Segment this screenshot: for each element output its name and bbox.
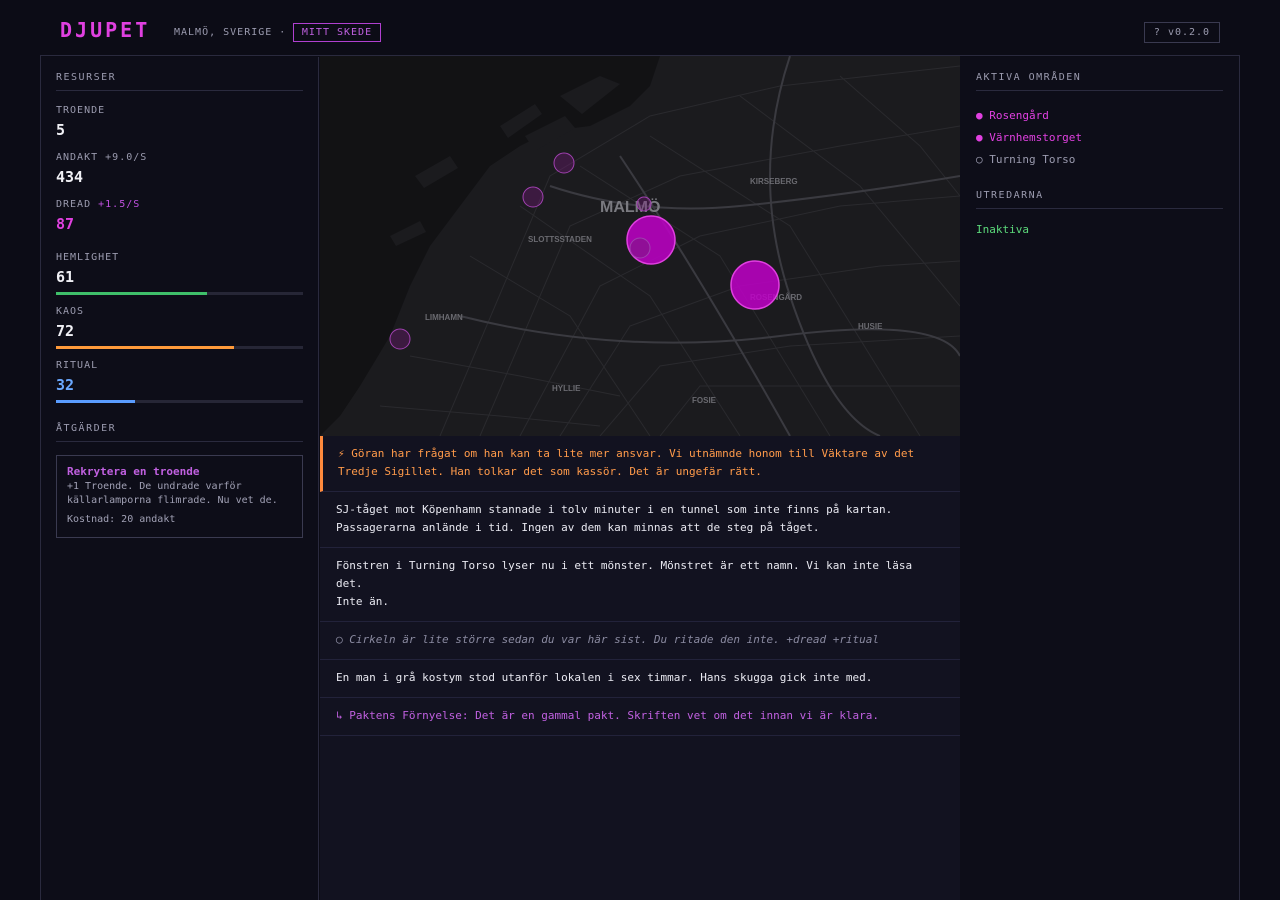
marker-rosengard[interactable]: [730, 260, 780, 310]
followers-label: TROENDE: [56, 105, 106, 116]
chaos-label: KAOS: [56, 306, 85, 317]
feed-item: En man i grå kostym stod utanför lokalen…: [320, 660, 960, 698]
recruit-action-title: Rekrytera en troende: [67, 465, 200, 478]
feed-line: En man i grå kostym stod utanför lokalen…: [336, 671, 873, 684]
secrecy-bar: [56, 292, 303, 295]
marker-small-2[interactable]: [553, 152, 575, 174]
feed-line: Inte än.: [336, 595, 389, 608]
secrecy-value: 61: [56, 268, 75, 286]
resources-title: RESURSER: [56, 72, 303, 91]
map-canvas: MALMÖ KIRSEBERG SLOTTSSTADEN LIMHAMN HUS…: [320, 56, 960, 436]
map-label-kirseberg: KIRSEBERG: [750, 177, 798, 186]
dread-label-text: DREAD: [56, 199, 92, 210]
feed-line: Passagerarna anlände i tid. Ingen av dem…: [336, 521, 820, 534]
marker-small-3[interactable]: [522, 186, 544, 208]
feed-item: Fönstren i Turning Torso lyser nu i ett …: [320, 548, 960, 622]
feed-line: Tredje Sigillet. Han tolkar det som kass…: [338, 465, 762, 478]
map-label-slottsstaden: SLOTTSSTADEN: [528, 235, 592, 244]
area-item-varnhemstorget[interactable]: ● Värnhemstorget: [976, 131, 1082, 144]
city-map[interactable]: MALMÖ KIRSEBERG SLOTTSSTADEN LIMHAMN HUS…: [320, 56, 960, 436]
secrecy-label: HEMLIGHET: [56, 252, 120, 263]
map-label-fosie: FOSIE: [692, 396, 717, 405]
app-header: DJUPET MALMÖ, SVERIGE · MITT SKEDE ? v0.…: [40, 0, 1240, 56]
area-item-turning-torso[interactable]: ○ Turning Torso: [976, 153, 1075, 166]
feed-line: ↳ Paktens Förnyelse: Det är en gammal pa…: [336, 709, 880, 722]
investigators-title: UTREDARNA: [976, 190, 1223, 209]
dread-rate: +1.5/S: [98, 199, 141, 210]
recruit-desc-line-2: källarlamporna flimrade. Nu vet de.: [67, 495, 278, 506]
ritual-value: 32: [56, 376, 75, 394]
ritual-bar: [56, 400, 303, 403]
recruit-action-desc: +1 Troende. De undrade varför källarlamp…: [67, 480, 292, 508]
ritual-label: RITUAL: [56, 360, 99, 371]
actions-title: ÅTGÄRDER: [56, 423, 303, 442]
feed-item-ritual: ↳ Paktens Förnyelse: Det är en gammal pa…: [320, 698, 960, 736]
mode-button[interactable]: MITT SKEDE: [293, 23, 381, 42]
feed-line: ⚡ Göran har frågat om han kan ta lite me…: [338, 447, 915, 460]
ritual-bar-fill: [56, 400, 136, 403]
devotion-value: 434: [56, 168, 84, 186]
devotion-rate: +9.0/S: [105, 152, 148, 163]
app-logo: DJUPET: [60, 18, 151, 42]
marker-small-5[interactable]: [389, 328, 411, 350]
recruit-action-card[interactable]: Rekrytera en troende +1 Troende. De undr…: [56, 455, 303, 538]
chaos-value: 72: [56, 322, 75, 340]
feed-line: ◯ Cirkeln är lite större sedan du var hä…: [336, 633, 880, 646]
map-label-hyllie: HYLLIE: [552, 384, 581, 393]
active-areas-title: AKTIVA OMRÅDEN: [976, 72, 1223, 91]
chaos-bar-fill: [56, 346, 234, 349]
chaos-bar: [56, 346, 303, 349]
map-label-husie: HUSIE: [858, 322, 883, 331]
marker-small-1[interactable]: [629, 237, 651, 259]
areas-sidebar: AKTIVA OMRÅDEN ● Rosengård ● Värnhemstor…: [960, 57, 1239, 900]
location-label: MALMÖ, SVERIGE ·: [174, 27, 287, 38]
dread-value: 87: [56, 215, 75, 233]
feed-item: SJ-tåget mot Köpenhamn stannade i tolv m…: [320, 492, 960, 548]
devotion-label: ANDAKT +9.0/S: [56, 152, 147, 163]
resources-sidebar: RESURSER TROENDE 5 ANDAKT +9.0/S 434 DRE…: [41, 57, 319, 900]
investigators-status: Inaktiva: [976, 223, 1029, 236]
recruit-desc-line-1: +1 Troende. De undrade varför: [67, 481, 242, 492]
marker-small-4[interactable]: [636, 196, 652, 212]
event-feed: ⚡ Göran har frågat om han kan ta lite me…: [320, 436, 960, 900]
devotion-label-text: ANDAKT: [56, 152, 99, 163]
secrecy-bar-fill: [56, 292, 207, 295]
followers-value: 5: [56, 121, 66, 139]
feed-line: SJ-tåget mot Köpenhamn stannade i tolv m…: [336, 503, 893, 516]
dread-label: DREAD +1.5/S: [56, 199, 140, 210]
frame-divider-right: [1239, 56, 1240, 900]
map-label-malmo: MALMÖ: [600, 197, 660, 216]
feed-line: Fönstren i Turning Torso lyser nu i ett …: [336, 559, 913, 590]
recruit-action-cost: Kostnad: 20 andakt: [67, 514, 176, 525]
feed-item-alert: ⚡ Göran har frågat om han kan ta lite me…: [320, 436, 960, 492]
map-label-limhamn: LIMHAMN: [425, 313, 463, 322]
area-item-rosengard[interactable]: ● Rosengård: [976, 109, 1049, 122]
help-version-button[interactable]: ? v0.2.0: [1144, 22, 1220, 43]
feed-item-omen: ◯ Cirkeln är lite större sedan du var hä…: [320, 622, 960, 660]
